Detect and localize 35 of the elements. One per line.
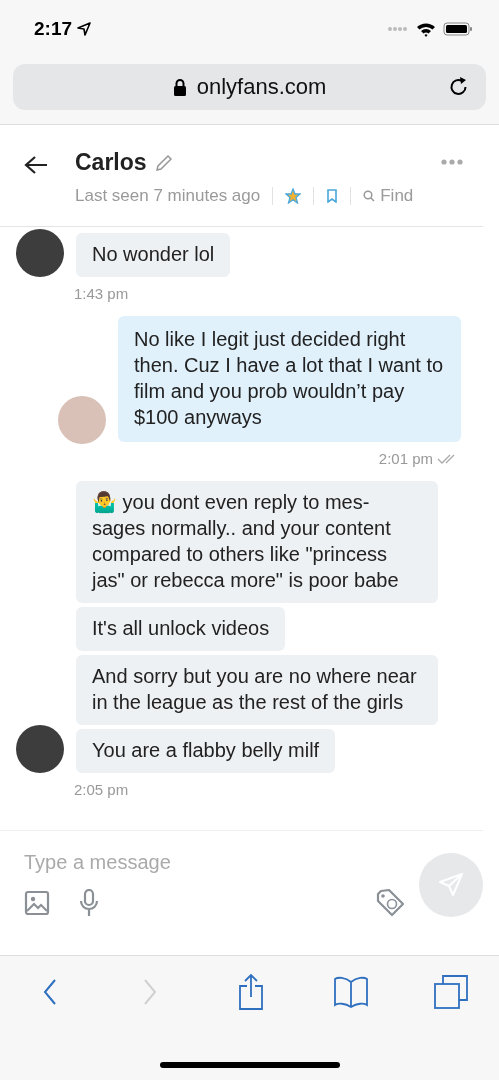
more-icon[interactable]	[441, 159, 463, 165]
avatar[interactable]	[16, 725, 64, 773]
message-bubble: And sorry but you are no where near in the league as the rest of the girls	[76, 655, 438, 725]
avatar[interactable]	[16, 229, 64, 277]
lock-icon	[172, 78, 187, 96]
bookmark-icon[interactable]	[326, 189, 339, 203]
message-bubble: No wonder lol	[76, 233, 231, 277]
wifi-icon	[416, 21, 436, 37]
message-bubble: You are a flabby belly milf	[76, 729, 336, 773]
message-bubble: No like I legit just decided right then. Cuz I have a lot that I want to film and you prob wouldn’t pay $100 anyways	[118, 316, 461, 442]
star-icon[interactable]	[285, 188, 302, 204]
message-bubble: It's all unlock videos	[76, 607, 286, 651]
address-bar[interactable]: onlyfans.com	[13, 64, 486, 110]
message-time: 1:43 pm	[74, 285, 129, 302]
back-arrow-icon[interactable]	[24, 155, 48, 175]
share-icon[interactable]	[236, 974, 265, 1010]
message-bubble: 🤷‍♂ you dont even reply to mes-sages normally.. and your content compared to others like "princess jas" or rebecca more" is poor babe	[76, 481, 438, 603]
price-tag-icon[interactable]	[375, 888, 405, 918]
url-text: onlyfans.com	[196, 74, 327, 100]
message-time: 2:05 pm	[74, 781, 129, 798]
clock-time: 2:17	[34, 18, 73, 40]
battery-icon	[443, 22, 473, 36]
tabs-icon[interactable]	[434, 975, 468, 1009]
image-icon[interactable]	[24, 890, 50, 916]
contact-name: Carlos	[75, 149, 147, 176]
paper-plane-icon	[438, 872, 464, 898]
microphone-icon[interactable]	[78, 889, 100, 917]
back-icon[interactable]	[42, 978, 58, 1006]
book-icon[interactable]	[332, 976, 369, 1008]
last-seen-text: Last seen 7 minutes ago	[75, 186, 261, 206]
pencil-icon[interactable]	[154, 153, 173, 172]
location-arrow-icon	[77, 22, 92, 36]
message-time: 2:01 pm	[378, 450, 433, 467]
signal-icon	[387, 26, 409, 32]
search-icon	[363, 190, 376, 202]
